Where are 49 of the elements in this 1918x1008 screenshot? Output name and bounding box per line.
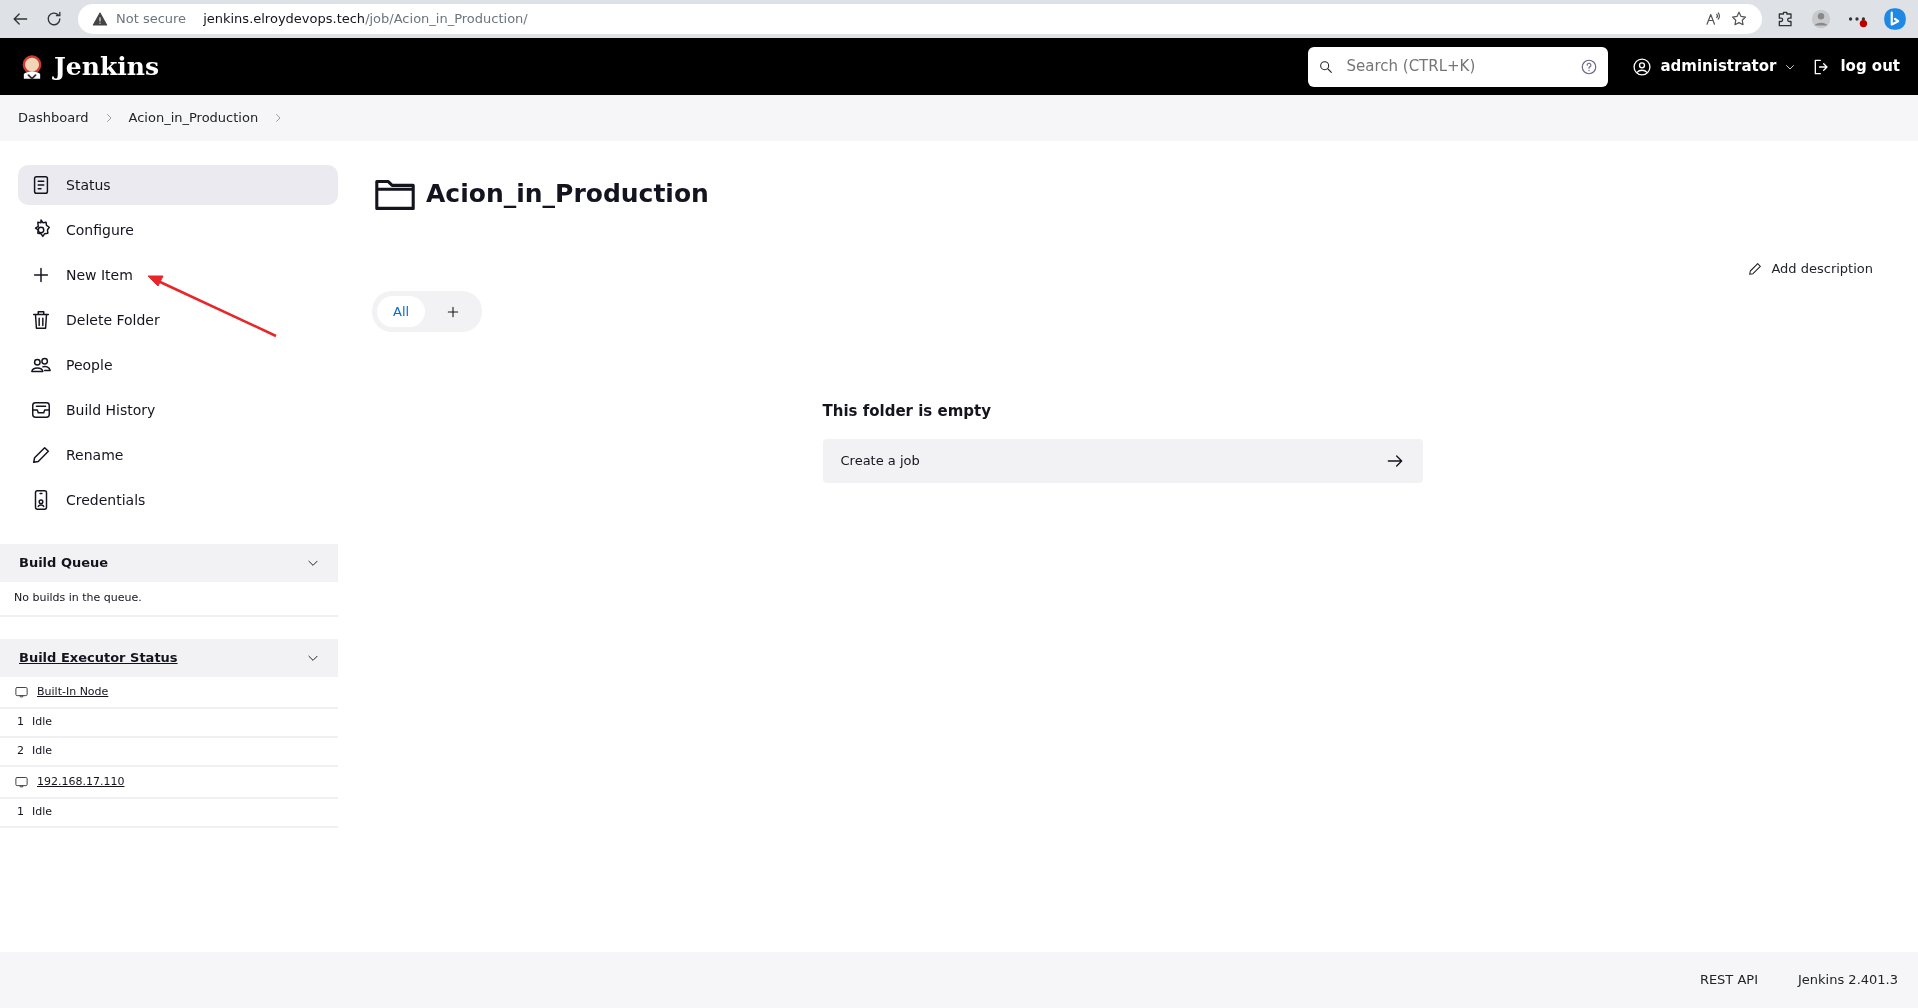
executor-state: Idle (32, 743, 53, 760)
url-text: jenkins.elroydevops.tech/job/Acion_in_Production/ (203, 10, 529, 29)
history-icon (30, 399, 52, 421)
view-tab[interactable]: All (377, 295, 426, 327)
footer-link[interactable]: REST API (1699, 970, 1758, 990)
footer-link[interactable]: Jenkins 2.401.3 (1798, 970, 1898, 990)
add-description-link[interactable]: Add description (1747, 259, 1873, 279)
logout-link[interactable]: log out (1812, 55, 1900, 78)
profile-icon[interactable] (1810, 8, 1832, 30)
brand-name[interactable]: Jenkins (54, 47, 159, 86)
sidebar-item[interactable]: Configure (18, 210, 338, 250)
security-label[interactable]: Not secure (116, 9, 187, 29)
rename-icon (30, 444, 52, 466)
executor-state: Idle (32, 804, 53, 821)
panel-title-link[interactable]: Build Executor Status (19, 648, 178, 668)
breadcrumb-link[interactable]: Dashboard (18, 108, 89, 128)
user-menu[interactable]: administrator (1632, 55, 1797, 78)
panel-title: Build Queue (19, 554, 109, 573)
breadcrumb-link[interactable]: Acion_in_Production (128, 108, 259, 128)
help-icon[interactable] (1580, 57, 1599, 76)
executor-number: 1 (17, 714, 24, 731)
sidebar-item[interactable]: Credentials (18, 480, 338, 520)
executor-number: 2 (17, 743, 24, 760)
monitor-icon (14, 774, 29, 790)
search-field[interactable]: Search (CTRL+K) (1308, 46, 1609, 87)
sidebar-item[interactable]: Rename (18, 435, 338, 475)
sidebar-item[interactable]: Delete Folder (18, 300, 338, 340)
chat-assistant-icon[interactable] (1882, 6, 1908, 32)
sidebar-item[interactable]: New Item (18, 255, 338, 295)
address-bar[interactable]: Not secure jenkins.elroydevops.tech/job/Acion_in_Production/ (78, 4, 1762, 34)
star-icon[interactable] (1730, 10, 1748, 28)
user-icon (1632, 56, 1653, 77)
node-link[interactable]: Built-In Node (37, 683, 109, 701)
sidebar-item[interactable]: Build History (18, 390, 338, 430)
executor-state: Idle (32, 714, 53, 731)
create-job-link[interactable]: Create a job (822, 438, 1423, 483)
delete-icon (30, 309, 52, 331)
search-icon (1318, 58, 1335, 75)
read-aloud-icon[interactable] (1704, 10, 1722, 28)
sidebar-item[interactable]: People (18, 345, 338, 385)
pencil-icon (1747, 260, 1764, 277)
node-link[interactable]: 192.168.17.110 (37, 773, 125, 791)
warning-icon (92, 11, 108, 27)
sidebar-item[interactable]: Status (18, 165, 338, 205)
empty-heading: This folder is empty (822, 401, 992, 422)
queue-message: No builds in the queue. (0, 582, 338, 617)
page-title: Acion_in_Production (426, 179, 709, 209)
executor-number: 1 (17, 804, 24, 821)
monitor-icon (14, 684, 29, 700)
